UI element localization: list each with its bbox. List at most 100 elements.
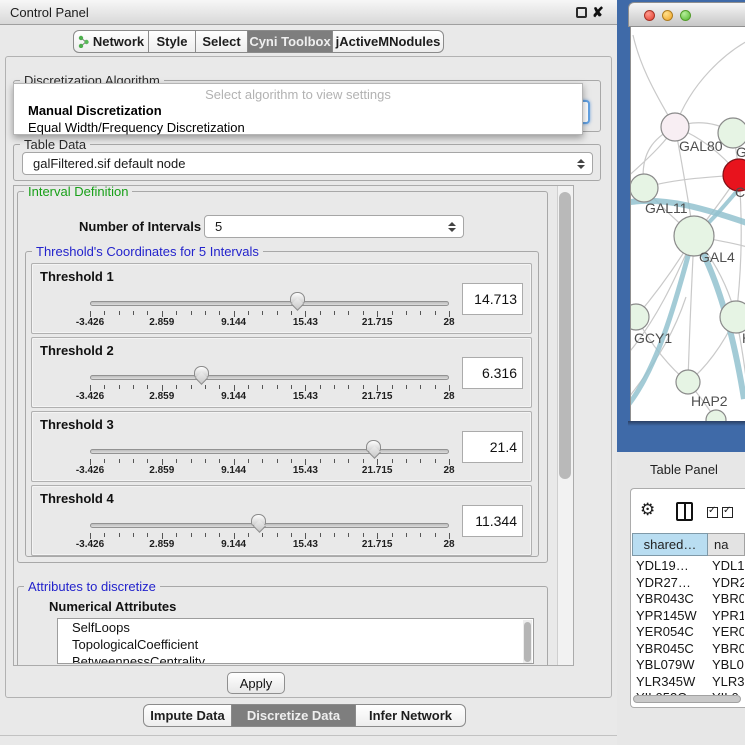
node-label-gal4: GAL4 [699, 249, 735, 265]
tick-mark [420, 459, 421, 463]
tick-mark [392, 533, 393, 537]
window-close-button[interactable] [644, 10, 655, 21]
attribute-item-betweennesscentrality[interactable]: BetweennessCentrality [58, 653, 533, 664]
column-header-name[interactable]: na [708, 533, 745, 556]
number-of-intervals-select[interactable]: 5 [204, 215, 464, 238]
slider-thumb[interactable] [366, 440, 381, 452]
control-panel-title: Control Panel [10, 5, 89, 20]
network-node[interactable] [631, 174, 658, 202]
popup-item-manual-discretization[interactable]: Manual Discretization [16, 103, 561, 119]
tick-mark [147, 459, 148, 463]
numerical-attributes-label: Numerical Attributes [49, 599, 176, 614]
tab-label: Style [156, 34, 187, 49]
table-row[interactable]: YBL079WYBL0 [632, 656, 744, 673]
threshold-value-input[interactable]: 6.316 [462, 357, 523, 389]
table-row[interactable]: YLR345WYLR3 [632, 673, 744, 690]
tick-mark [392, 459, 393, 463]
split-columns-icon[interactable] [676, 502, 693, 521]
table-row[interactable]: YPR145WYPR1 [632, 607, 744, 624]
slider-track[interactable] [90, 375, 449, 380]
window-minimize-button[interactable] [662, 10, 673, 21]
attribute-item-selfloops[interactable]: SelfLoops [58, 619, 533, 636]
table-row[interactable]: YBR043CYBR0 [632, 590, 744, 607]
checkbox-icon[interactable] [707, 507, 718, 518]
tick-mark [219, 459, 220, 463]
slider-track[interactable] [90, 523, 449, 528]
cell-name: YBR0 [712, 641, 744, 656]
tick-mark [248, 459, 249, 463]
table-row[interactable]: YDL19…YDL1 [632, 557, 744, 574]
threshold-value-input[interactable]: 11.344 [462, 505, 523, 537]
network-node[interactable] [631, 304, 649, 330]
network-node[interactable] [706, 410, 726, 421]
popup-item-equal-width-frequency-discretization[interactable]: Equal Width/Frequency Discretization [16, 120, 561, 136]
tick-mark [435, 385, 436, 389]
table-row[interactable]: YDR27…YDR2 [632, 574, 744, 591]
number-of-intervals-value: 5 [215, 219, 222, 234]
slider-thumb[interactable] [290, 292, 305, 304]
attributes-list[interactable]: SelfLoopsTopologicalCoefficientBetweenne… [57, 618, 534, 664]
tick-mark [334, 533, 335, 537]
cell-shared-name: YLR345W [636, 674, 695, 689]
tick-mark [363, 311, 364, 315]
apply-button[interactable]: Apply [227, 672, 285, 694]
threshold-value-input[interactable]: 21.4 [462, 431, 523, 463]
tick-mark [320, 533, 321, 537]
tab-network[interactable]: Network [73, 30, 149, 53]
viewport-scrollbar-thumb[interactable] [559, 192, 571, 479]
float-window-icon[interactable] [576, 7, 587, 18]
tick-mark [406, 311, 407, 315]
table-data-group-title: Table Data [20, 137, 90, 152]
attribute-item-topologicalcoefficient[interactable]: TopologicalCoefficient [58, 636, 533, 653]
tab-label: jActiveMNodules [336, 34, 441, 49]
gear-icon[interactable]: ⚙ [640, 500, 655, 520]
tab-discretize-data[interactable]: Discretize Data [232, 704, 356, 727]
close-icon[interactable]: ✘ [592, 4, 604, 21]
network-node[interactable] [676, 370, 700, 394]
window-zoom-button[interactable] [680, 10, 691, 21]
column-header-shared-name[interactable]: shared… [632, 533, 708, 556]
tick-mark [334, 459, 335, 463]
tick-label: 28 [423, 539, 475, 550]
tick-label: 2.859 [136, 391, 188, 402]
table-data-select[interactable]: galFiltered.sif default node [22, 152, 593, 175]
tab-select[interactable]: Select [196, 30, 248, 53]
network-node[interactable] [720, 301, 745, 333]
tick-mark [219, 385, 220, 389]
slider-thumb[interactable] [251, 514, 266, 526]
horizontal-scrollbar[interactable] [633, 695, 743, 704]
tick-mark [406, 459, 407, 463]
tick-mark [334, 385, 335, 389]
checkbox-icon[interactable] [722, 507, 733, 518]
tab-impute-data[interactable]: Impute Data [143, 704, 232, 727]
tick-label: 2.859 [136, 465, 188, 476]
tick-mark [205, 533, 206, 537]
tick-label: 2.859 [136, 539, 188, 550]
network-edge[interactable] [633, 35, 675, 127]
tab-label: Discretize Data [247, 708, 340, 723]
tick-mark [348, 459, 349, 463]
network-canvas[interactable]: GAL80GACGAL11GAL4GCY1HHAP2 [630, 27, 745, 421]
tick-mark [205, 385, 206, 389]
list-scrollbar[interactable] [523, 620, 532, 664]
slider-thumb[interactable] [194, 366, 209, 378]
tick-mark [248, 311, 249, 315]
tick-mark [277, 385, 278, 389]
slider-track[interactable] [90, 301, 449, 306]
table-row[interactable]: YBR045CYBR0 [632, 640, 744, 657]
tab-style[interactable]: Style [149, 30, 196, 53]
tab-cyni-toolbox[interactable]: Cyni Toolbox [248, 30, 333, 53]
threshold-box-1: Threshold 1-3.4262.8599.14415.4321.71528… [31, 263, 532, 334]
network-window-titlebar[interactable] [628, 2, 745, 27]
network-edge[interactable] [675, 39, 745, 127]
settings-scroll-viewport: Interval Definition Number of Intervals … [13, 185, 574, 666]
network-node[interactable] [661, 113, 689, 141]
threshold-value-input[interactable]: 14.713 [462, 283, 523, 315]
tick-label: 9.144 [208, 465, 260, 476]
tab-jactivemnodules[interactable]: jActiveMNodules [333, 30, 444, 53]
cell-name: YDR2 [712, 575, 744, 590]
tick-mark [147, 533, 148, 537]
table-row[interactable]: YER054CYER0 [632, 623, 744, 640]
slider-track[interactable] [90, 449, 449, 454]
tab-infer-network[interactable]: Infer Network [356, 704, 466, 727]
